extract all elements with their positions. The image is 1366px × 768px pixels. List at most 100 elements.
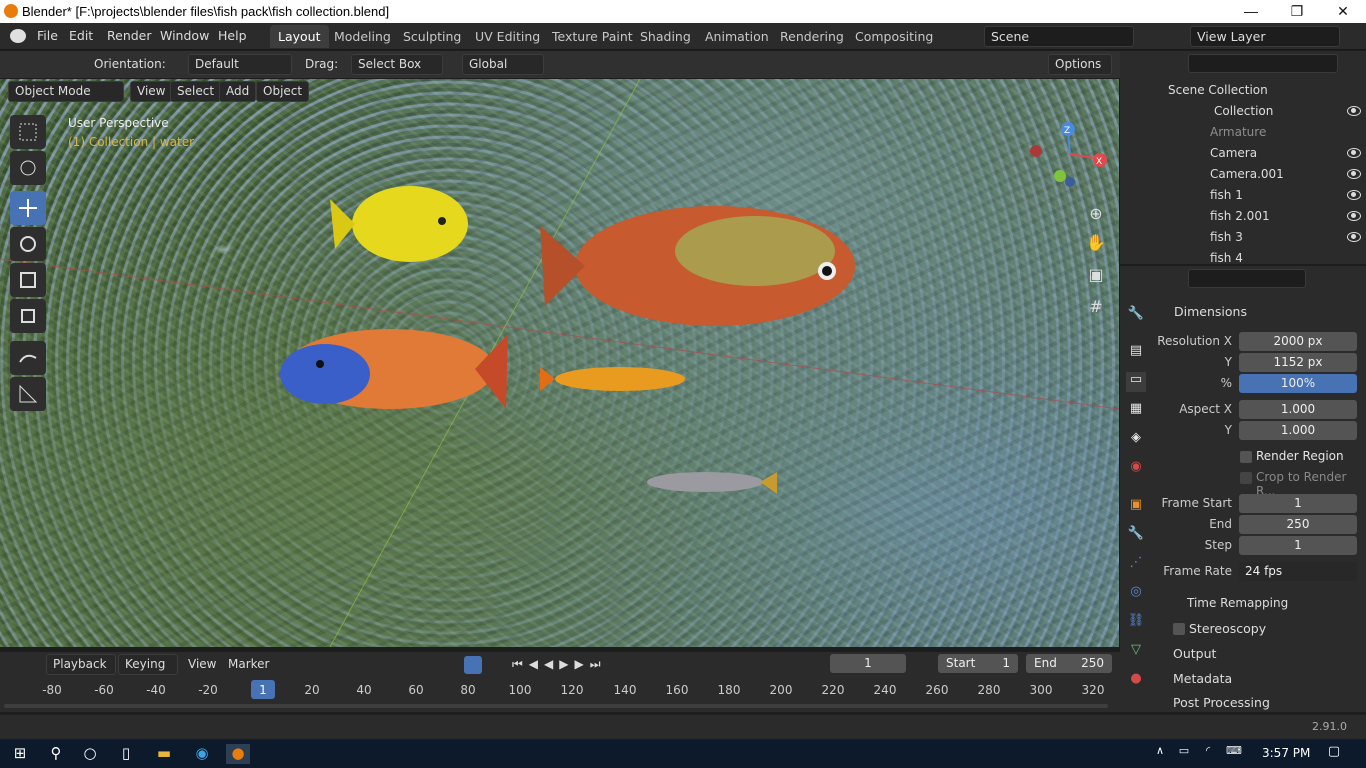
eye-icon[interactable]	[1347, 211, 1361, 221]
tab-modeling[interactable]: Modeling	[326, 25, 399, 48]
search-icon[interactable]: ⚲	[44, 744, 68, 764]
rotate-tool[interactable]	[10, 227, 46, 261]
task-view-icon[interactable]: ▯	[114, 744, 138, 764]
timeline-marker-menu[interactable]: Marker	[228, 657, 269, 671]
orientation-dropdown[interactable]: Default	[188, 54, 292, 75]
outliner-collection[interactable]: Collection	[1120, 101, 1366, 122]
properties-search-input[interactable]	[1188, 269, 1306, 288]
frame-end-field[interactable]: 250	[1239, 515, 1357, 534]
object-tab-icon[interactable]: ▣	[1126, 497, 1146, 517]
annotate-tool[interactable]	[10, 341, 46, 375]
resolution-percent-field[interactable]: 100%	[1239, 374, 1357, 393]
timeline-start-field[interactable]: Start 1	[938, 654, 1018, 673]
file-explorer-icon[interactable]: ▬	[152, 744, 176, 764]
select-box-tool[interactable]	[10, 115, 46, 149]
outliner-item-armature[interactable]: Armature	[1120, 122, 1366, 143]
eye-icon[interactable]	[1347, 232, 1361, 242]
viewport-object-menu[interactable]: Object	[256, 81, 310, 102]
blender-taskbar-icon[interactable]: ●	[226, 744, 250, 764]
outliner-scene-collection[interactable]: Scene Collection	[1120, 80, 1366, 101]
tool-tab-icon[interactable]: 🔧	[1126, 306, 1146, 326]
ortho-grid-icon[interactable]: #	[1085, 297, 1107, 319]
pan-hand-icon[interactable]: ✋	[1085, 233, 1107, 255]
render-tab-icon[interactable]: ▤	[1126, 343, 1146, 363]
close-button[interactable]: ✕	[1320, 0, 1366, 23]
current-frame-field[interactable]: 1	[830, 654, 906, 673]
swordtail-fish[interactable]	[540, 359, 690, 399]
outliner-item-fish-2-001[interactable]: fish 2.001	[1120, 206, 1366, 227]
viewport-select-menu[interactable]: Select	[170, 81, 222, 102]
playback-controls[interactable]: ⏮◀◀▶▶⏭	[512, 657, 607, 672]
output-tab-icon[interactable]: ▭	[1126, 372, 1146, 392]
tray-chevron-icon[interactable]: ∧	[1148, 744, 1172, 764]
cortana-icon[interactable]: ○	[78, 744, 102, 764]
post-processing-section[interactable]: Post Processing	[1173, 695, 1270, 710]
view-layer-selector[interactable]: View Layer	[1190, 26, 1340, 47]
keying-menu[interactable]: Keying	[118, 654, 178, 675]
constraints-tab-icon[interactable]: ⛓	[1126, 613, 1146, 633]
eye-icon[interactable]	[1347, 148, 1361, 158]
auto-keying-button[interactable]	[464, 656, 482, 674]
move-tool[interactable]	[10, 191, 46, 225]
cursor-tool[interactable]	[10, 151, 46, 185]
time-remapping-section[interactable]: Time Remapping	[1187, 596, 1288, 610]
start-icon[interactable]: ⊞	[8, 744, 32, 764]
tab-rendering[interactable]: Rendering	[772, 25, 852, 48]
transform-orientation-dropdown[interactable]: Global	[462, 54, 544, 75]
tab-layout[interactable]: Layout	[270, 25, 329, 48]
3d-viewport[interactable]: User Perspective (1) Collection | water …	[0, 79, 1119, 647]
measure-tool[interactable]	[10, 377, 46, 411]
physics-tab-icon[interactable]: ◎	[1126, 584, 1146, 604]
output-section[interactable]: Output	[1173, 646, 1216, 661]
scene-selector[interactable]: Scene	[984, 26, 1134, 47]
timeline-view-menu[interactable]: View	[188, 657, 216, 671]
blender-menu-icon[interactable]	[10, 29, 26, 43]
outliner-item-camera[interactable]: Camera	[1120, 143, 1366, 164]
material-tab-icon[interactable]: ●	[1126, 671, 1146, 691]
yellow-tang-fish[interactable]	[330, 179, 480, 269]
scene-tab-icon[interactable]: ◈	[1126, 430, 1146, 450]
edge-icon[interactable]: ◉	[190, 744, 214, 764]
wifi-icon[interactable]: ◜	[1196, 744, 1220, 764]
eye-icon[interactable]	[1347, 190, 1361, 200]
outliner-item-fish-4[interactable]: fish 4	[1120, 248, 1366, 264]
resolution-y-field[interactable]: 1152 px	[1239, 353, 1357, 372]
keyboard-icon[interactable]: ⌨	[1222, 744, 1246, 764]
stereoscopy-section[interactable]: Stereoscopy	[1189, 621, 1266, 636]
playback-menu[interactable]: Playback	[46, 654, 116, 675]
outliner-item-fish-1[interactable]: fish 1	[1120, 185, 1366, 206]
rainbowfish[interactable]	[280, 314, 510, 424]
transform-tool[interactable]	[10, 299, 46, 333]
frame-start-field[interactable]: 1	[1239, 494, 1357, 513]
menu-render[interactable]: Render	[107, 28, 152, 43]
tab-sculpting[interactable]: Sculpting	[395, 25, 469, 48]
outliner-item-fish-3[interactable]: fish 3	[1120, 227, 1366, 248]
viewport-add-menu[interactable]: Add	[219, 81, 257, 102]
outliner-item-camera-001[interactable]: Camera.001	[1120, 164, 1366, 185]
notifications-icon[interactable]: ▢	[1322, 744, 1346, 764]
data-tab-icon[interactable]: ▽	[1126, 642, 1146, 662]
render-region-checkbox[interactable]	[1240, 451, 1252, 463]
camera-view-icon[interactable]: ▣	[1085, 265, 1107, 287]
drag-dropdown[interactable]: Select Box	[351, 54, 443, 75]
tab-animation[interactable]: Animation	[697, 25, 777, 48]
tab-uv-editing[interactable]: UV Editing	[467, 25, 548, 48]
battery-icon[interactable]: ▭	[1172, 744, 1196, 764]
resolution-x-field[interactable]: 2000 px	[1239, 332, 1357, 351]
modifier-tab-icon[interactable]: 🔧	[1126, 526, 1146, 546]
tab-compositing[interactable]: Compositing	[847, 25, 941, 48]
world-tab-icon[interactable]: ◉	[1126, 459, 1146, 479]
minimize-button[interactable]: —	[1228, 0, 1274, 23]
aspect-y-field[interactable]: 1.000	[1239, 421, 1357, 440]
timeline-end-field[interactable]: End 250	[1026, 654, 1112, 673]
zoom-icon[interactable]: ⊕	[1085, 204, 1107, 226]
menu-help[interactable]: Help	[218, 28, 247, 43]
frame-step-field[interactable]: 1	[1239, 536, 1357, 555]
eye-icon[interactable]	[1347, 169, 1361, 179]
outliner-search-input[interactable]	[1188, 54, 1338, 73]
particles-tab-icon[interactable]: ⋰	[1126, 555, 1146, 575]
view-layer-tab-icon[interactable]: ▦	[1126, 401, 1146, 421]
stereoscopy-checkbox[interactable]	[1173, 623, 1185, 635]
restore-button[interactable]: ❐	[1274, 0, 1320, 23]
metadata-section[interactable]: Metadata	[1173, 671, 1232, 686]
